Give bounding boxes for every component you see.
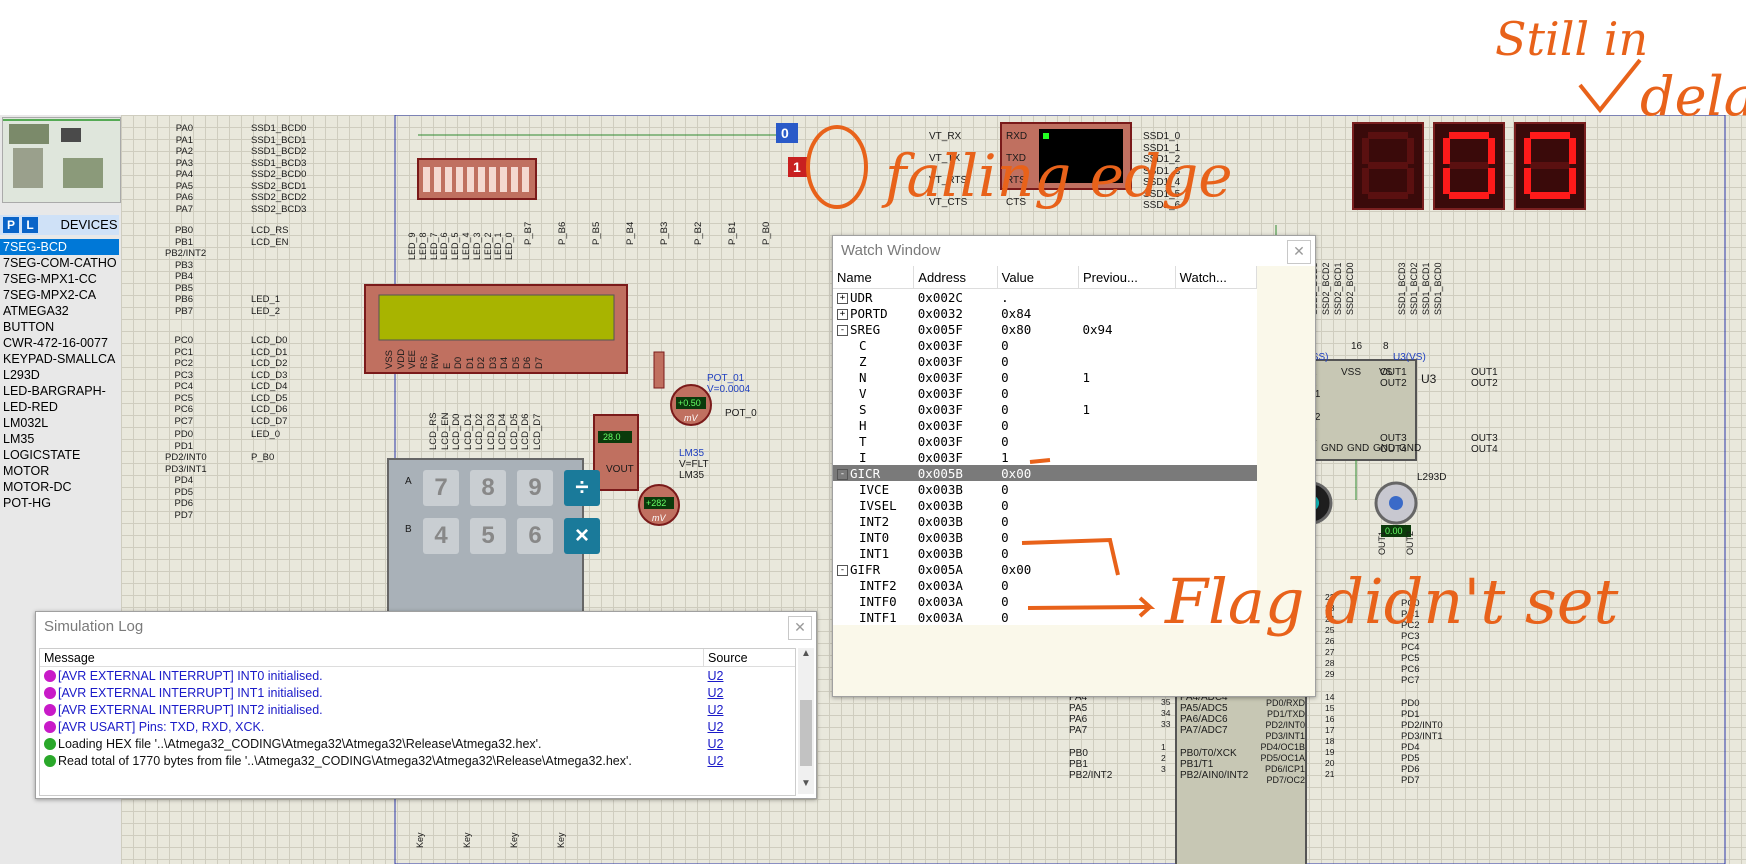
annotation-delay: delay — [1640, 65, 1746, 128]
annotation-falling-edge: falling edge — [885, 142, 1233, 210]
handwritten-annotations — [806, 58, 1642, 618]
annotation-flag-didnt-set: Flag didn't set — [1165, 565, 1619, 638]
annotation-still-in: Still in — [1495, 12, 1649, 66]
